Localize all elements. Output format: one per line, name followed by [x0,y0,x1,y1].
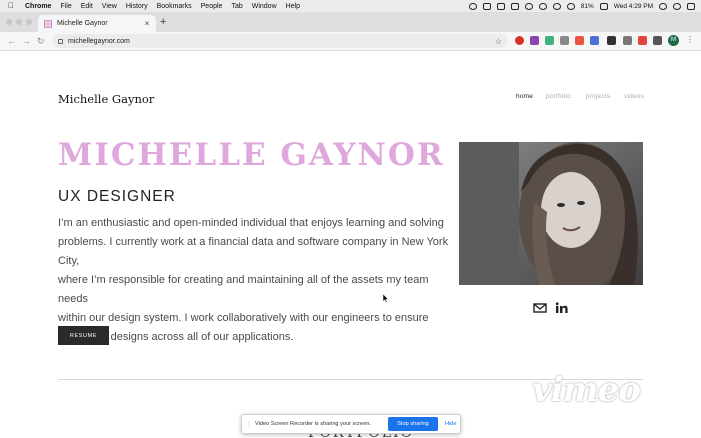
email-icon[interactable] [533,302,547,314]
lock-icon [58,38,63,44]
menu-history[interactable]: History [126,3,148,10]
battery-icon[interactable] [599,2,608,10]
reload-icon[interactable]: ↻ [37,36,45,46]
extension-blue-icon[interactable] [590,36,599,45]
hero-name: MICHELLE GAYNOR [58,137,445,173]
drag-handle-icon[interactable]: ⋮ [246,421,252,428]
status-area: 81% Wed 4:29 PM [468,0,695,12]
menu-view[interactable]: View [102,3,117,10]
mac-menu-bar:  Chrome File Edit View History Bookmark… [0,0,701,12]
close-window-button[interactable] [6,19,12,25]
mouse-cursor-icon [383,294,389,303]
extensions-puzzle-icon[interactable] [653,36,662,45]
bookmark-star-icon[interactable]: ☆ [495,37,502,46]
menu-bookmarks[interactable]: Bookmarks [157,3,192,10]
display-icon[interactable] [496,2,505,10]
minimize-window-button[interactable] [16,19,22,25]
spotlight-search-icon[interactable] [673,2,681,10]
bio-line: problems. I currently work at a financia… [58,236,449,267]
screen:  Chrome File Edit View History Bookmark… [0,0,701,438]
extension-dark-icon[interactable] [607,36,616,45]
zoom-window-button[interactable] [26,19,32,25]
back-arrow-icon[interactable]: ← [7,36,16,46]
tab-strip: Michelle Gaynor × + [0,12,701,32]
user-icon[interactable] [659,2,667,10]
new-tab-button[interactable]: + [160,16,166,28]
menu-app-name[interactable]: Chrome [25,3,51,10]
tab-close-icon[interactable]: × [142,19,152,28]
profile-avatar[interactable]: M [668,35,679,46]
bio-paragraph: I’m an enthusiastic and open-minded indi… [58,214,450,347]
extension-screen-recorder-icon[interactable] [638,36,647,45]
sharing-message: Video Screen Recorder is sharing your sc… [255,421,371,427]
volume-icon[interactable] [566,2,575,10]
airplay-icon[interactable] [510,2,519,10]
menu-file[interactable]: File [60,3,71,10]
hero-role: UX DESIGNER [58,188,176,205]
site-logo[interactable]: Michelle Gaynor [58,92,154,106]
nav-portfolio-link[interactable]: portfolio [546,93,571,100]
bio-line: consistent designs across all of our app… [58,331,294,343]
menu-help[interactable]: Help [286,3,300,10]
nav-projects-link[interactable]: projects [586,93,610,100]
url-text[interactable]: michellegaynor.com [68,38,495,45]
site-favicon-icon [44,19,52,28]
extension-gray-icon[interactable] [560,36,569,45]
extension-red-icon[interactable] [575,36,584,45]
wifi-icon[interactable] [552,2,561,10]
vimeo-watermark: vimeo [532,370,641,410]
extension-camera-icon[interactable] [623,36,632,45]
bio-line: I’m an enthusiastic and open-minded indi… [58,217,444,229]
forward-arrow-icon[interactable]: → [22,36,31,46]
profile-photo [459,142,643,285]
active-tab[interactable]: Michelle Gaynor × [38,15,156,32]
bio-line: within our design system. I work collabo… [58,312,429,324]
resume-button[interactable]: RESUME [58,326,109,345]
profile-photo-image [459,142,643,285]
menu-tab[interactable]: Tab [231,3,242,10]
linkedin-icon[interactable] [555,302,569,314]
chrome-menu-icon[interactable]: ⋮ [686,35,694,44]
bio-line: where I’m responsible for creating and m… [58,274,429,305]
creative-cloud-icon[interactable] [468,2,477,10]
nav-home-link[interactable]: home [516,93,533,100]
notification-center-icon[interactable] [687,2,695,10]
bluetooth-icon[interactable] [538,2,547,10]
menu-clock[interactable]: Wed 4:29 PM [614,3,653,10]
battery-percent[interactable]: 81% [581,3,594,10]
browser-toolbar: ← → ↻ michellegaynor.com ☆ M ⋮ [0,32,701,51]
extension-purple-icon[interactable] [530,36,539,45]
screen-sharing-banner: ⋮ Video Screen Recorder is sharing your … [241,414,461,434]
hide-banner-button[interactable]: Hide [445,421,457,427]
extension-green-icon[interactable] [545,36,554,45]
tab-title: Michelle Gaynor [57,20,108,27]
extension-opera-icon[interactable] [515,36,524,45]
stop-sharing-button[interactable]: Stop sharing [388,417,438,431]
menu-edit[interactable]: Edit [81,3,93,10]
apple-menu-icon[interactable]:  [8,0,18,12]
dropbox-icon[interactable] [482,2,491,10]
time-machine-icon[interactable] [524,2,533,10]
nav-videos-link[interactable]: videos [624,93,644,100]
menu-people[interactable]: People [201,3,223,10]
address-bar[interactable]: michellegaynor.com ☆ [52,34,508,48]
menu-window[interactable]: Window [252,3,277,10]
